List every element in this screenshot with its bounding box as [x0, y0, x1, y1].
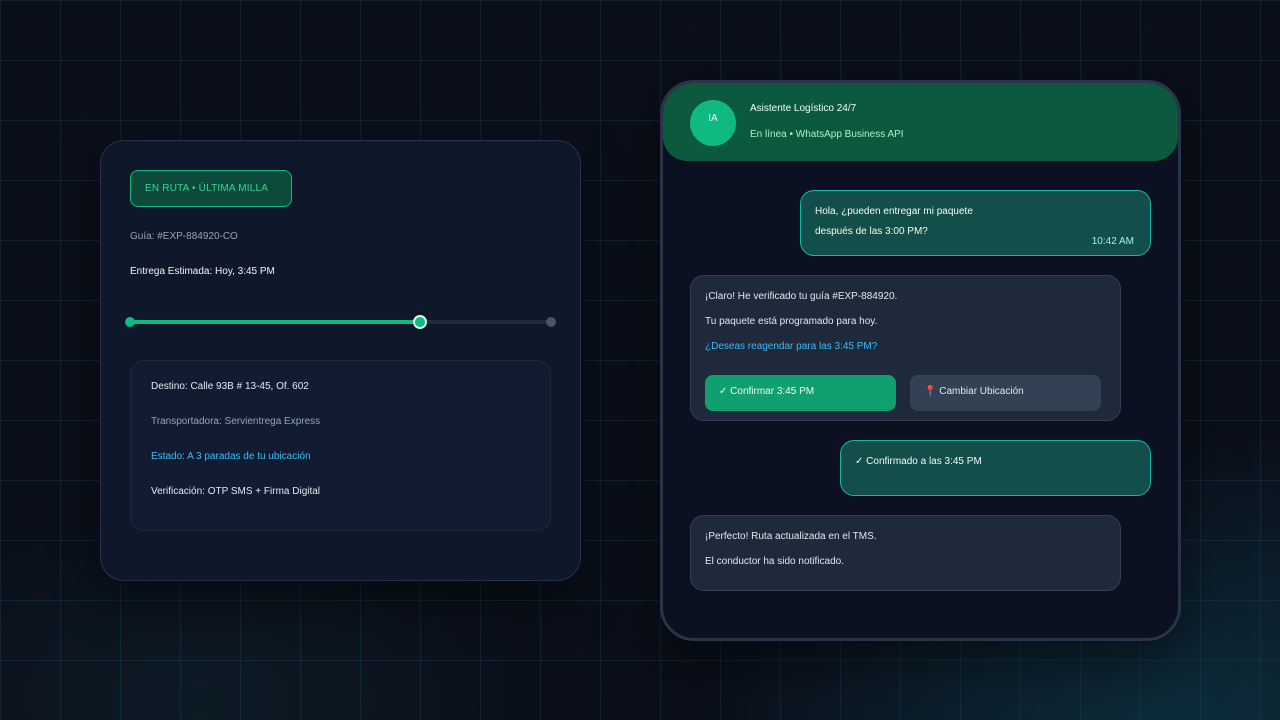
message-line: El conductor ha sido notificado.: [705, 556, 844, 567]
message-timestamp: 10:42 AM: [1091, 236, 1134, 247]
destination-text: Destino: Calle 93B # 13-45, Of. 602: [151, 381, 309, 392]
shipment-details-panel: Destino: Calle 93B # 13-45, Of. 602 Tran…: [130, 360, 551, 531]
delivery-progress-bar: [125, 315, 556, 329]
chat-title: Asistente Logístico 24/7: [750, 103, 857, 114]
tracking-guide-number: Guía: #EXP-884920-CO: [130, 231, 238, 242]
message-line: ¡Claro! He verificado tu guía #EXP-88492…: [705, 291, 898, 302]
carrier-text: Transportadora: Servientrega Express: [151, 416, 321, 427]
message-bubble-incoming: ¡Claro! He verificado tu guía #EXP-88492…: [690, 275, 1121, 421]
message-line: ¡Perfecto! Ruta actualizada en el TMS.: [705, 531, 877, 542]
message-bubble-outgoing: ✓ Confirmado a las 3:45 PM: [840, 440, 1151, 496]
message-line: Hola, ¿pueden entregar mi paquete: [815, 206, 973, 217]
message-bubble-incoming: ¡Perfecto! Ruta actualizada en el TMS. E…: [690, 515, 1121, 591]
message-line: después de las 3:00 PM?: [815, 226, 928, 237]
message-bubble-outgoing: Hola, ¿pueden entregar mi paquete despué…: [800, 190, 1151, 256]
message-line: ✓ Confirmado a las 3:45 PM: [855, 456, 982, 467]
confirm-button[interactable]: ✓ Confirmar 3:45 PM: [705, 375, 896, 411]
chat-status: En línea • WhatsApp Business API: [750, 129, 904, 140]
change-location-button[interactable]: 📍 Cambiar Ubicación: [910, 375, 1101, 411]
progress-fill: [130, 320, 421, 324]
status-badge: EN RUTA • ÚLTIMA MILLA: [130, 170, 292, 207]
estimated-delivery: Entrega Estimada: Hoy, 3:45 PM: [130, 266, 275, 277]
progress-start-dot: [125, 317, 135, 327]
state-text: Estado: A 3 paradas de tu ubicación: [151, 451, 311, 462]
message-question: ¿Deseas reagendar para las 3:45 PM?: [705, 341, 878, 352]
message-line: Tu paquete está programado para hoy.: [705, 316, 878, 327]
tracking-card: EN RUTA • ÚLTIMA MILLA Guía: #EXP-884920…: [100, 140, 581, 581]
progress-end-dot: [546, 317, 556, 327]
progress-current-dot: [413, 315, 428, 329]
chat-header: IA Asistente Logístico 24/7 En línea • W…: [663, 83, 1178, 161]
avatar: IA: [690, 100, 736, 146]
verification-text: Verificación: OTP SMS + Firma Digital: [151, 486, 321, 497]
chat-window: IA Asistente Logístico 24/7 En línea • W…: [660, 80, 1181, 641]
